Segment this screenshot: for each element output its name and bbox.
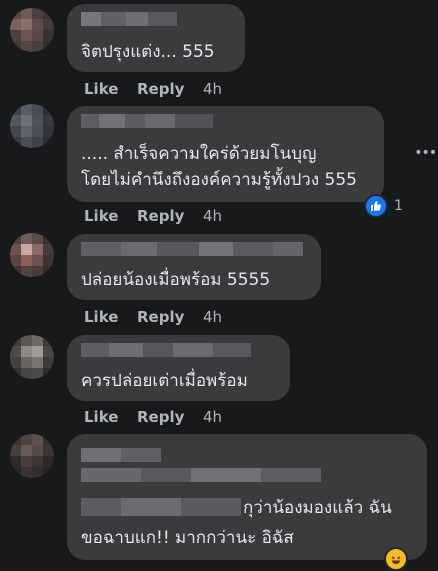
like-button[interactable]: Like: [84, 80, 137, 98]
comment-bubble[interactable]: ..... สำเร็จความใคร่ด้วยมโนบุญ โดยไม่คำน…: [67, 106, 384, 202]
avatar[interactable]: [10, 233, 54, 277]
comment-text: จิตปรุงแต่ง... 555: [81, 42, 215, 62]
avatar[interactable]: [10, 335, 54, 379]
like-button[interactable]: Like: [84, 207, 137, 225]
avatar[interactable]: [10, 8, 54, 52]
comment-text: ควรปล่อยเต่าเมื่อพร้อม: [81, 371, 248, 391]
comment-bubble[interactable]: ปล่อยน้องเมื่อพร้อม 5555: [67, 234, 321, 300]
comment-actions: Like Reply 4h: [84, 207, 222, 225]
redacted-text: [81, 498, 241, 516]
reply-button[interactable]: Reply: [137, 80, 203, 98]
comment-text: โดยไม่คำนึงถึงองค์ความรู้ทั้งปวง 555: [81, 170, 358, 190]
comment-text: กุว่าน้องมองแล้ว ฉัน: [243, 498, 392, 518]
like-reaction-icon: [364, 194, 388, 218]
comment-bubble[interactable]: กุว่าน้องมองแล้ว ฉัน ขอฉาบแก!! มากกว่านะ…: [67, 434, 427, 560]
timestamp[interactable]: 4h: [203, 207, 222, 225]
reply-button[interactable]: Reply: [137, 408, 203, 426]
timestamp[interactable]: 4h: [203, 80, 222, 98]
redacted-author-name[interactable]: [81, 468, 321, 482]
reply-button[interactable]: Reply: [137, 207, 203, 225]
comment-bubble[interactable]: ควรปล่อยเต่าเมื่อพร้อม: [67, 335, 290, 401]
reaction-summary[interactable]: 1: [364, 194, 403, 218]
reply-button[interactable]: Reply: [137, 308, 203, 326]
timestamp[interactable]: 4h: [203, 308, 222, 326]
avatar[interactable]: [10, 104, 54, 148]
comment-text: ..... สำเร็จความใคร่ด้วยมโนบุญ: [81, 144, 317, 164]
comment-text: ขอฉาบแก!! มากกว่านะ อิฉัส: [81, 528, 294, 548]
like-button[interactable]: Like: [84, 308, 137, 326]
comment-bubble[interactable]: จิตปรุงแต่ง... 555: [67, 4, 245, 72]
comment-actions: Like Reply 4h: [84, 308, 222, 326]
reaction-summary[interactable]: [384, 547, 408, 571]
reaction-count: 1: [394, 198, 403, 214]
more-options-icon[interactable]: •••: [414, 145, 437, 161]
comment-actions: Like Reply 4h: [84, 408, 222, 426]
haha-reaction-icon: [384, 547, 408, 571]
redacted-author-name[interactable]: [81, 114, 213, 128]
redacted-author-name[interactable]: [81, 242, 303, 256]
comment-text: ปล่อยน้องเมื่อพร้อม 5555: [81, 270, 271, 290]
avatar[interactable]: [10, 434, 54, 478]
redacted-author-name[interactable]: [81, 448, 161, 462]
redacted-author-name[interactable]: [81, 343, 251, 357]
timestamp[interactable]: 4h: [203, 408, 222, 426]
redacted-author-name[interactable]: [81, 12, 177, 26]
comment-actions: Like Reply 4h: [84, 80, 222, 98]
like-button[interactable]: Like: [84, 408, 137, 426]
